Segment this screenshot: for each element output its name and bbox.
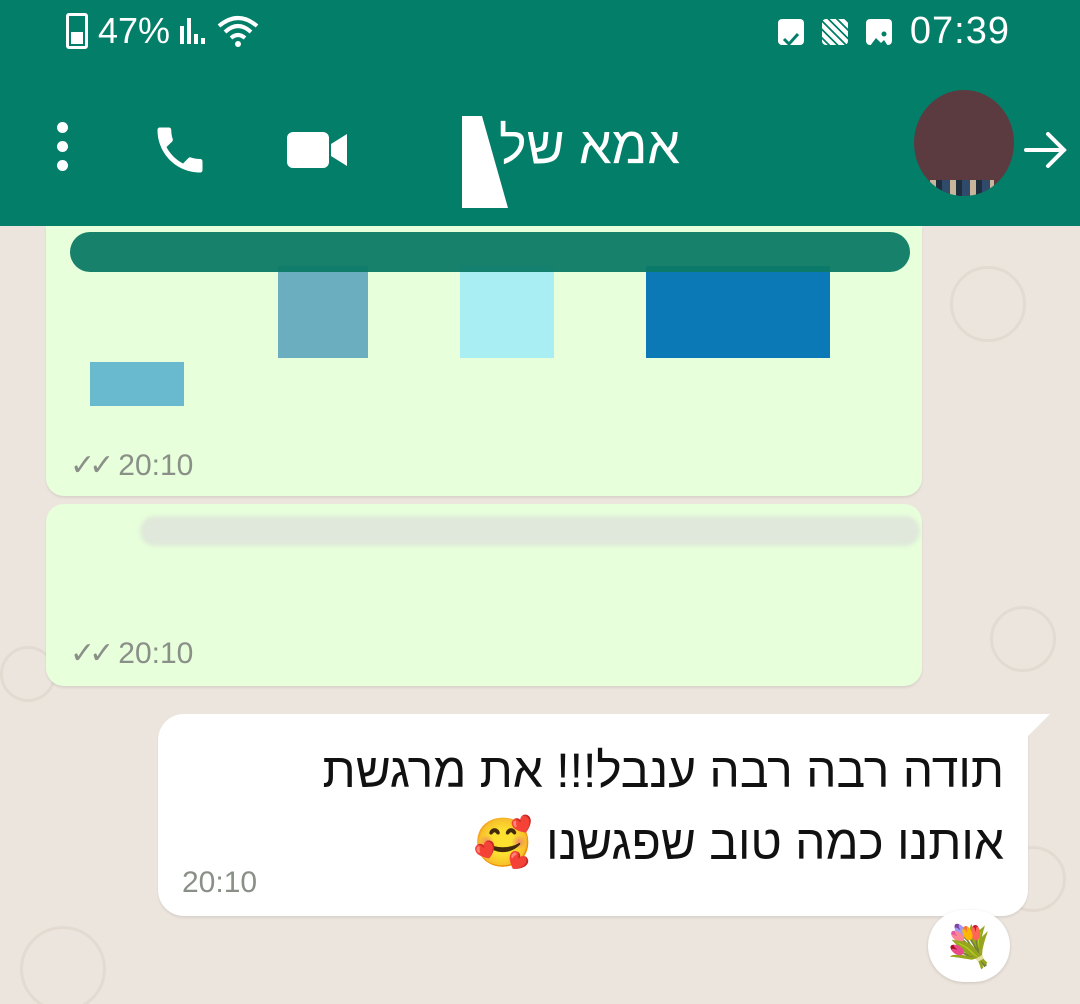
checkbox-notification-icon [777,18,804,46]
message-text: תודה רבה רבה ענבל!!! את מרגשת אותנו כמה … [184,736,1004,880]
message-time: 20:10 [118,448,194,482]
message-meta: ✓✓ 20:10 [70,448,193,483]
wifi-icon [217,16,259,47]
message-time: 20:10 [118,636,194,670]
redaction-blur [140,516,920,546]
overflow-menu-icon[interactable] [50,122,74,174]
message-meta: ✓✓ 20:10 [70,636,193,671]
image-notification-icon [821,18,848,45]
gallery-notification-icon [865,18,892,46]
message-line-2: אותנו כמה טוב שפגשנו 🥰 [184,808,1004,880]
battery-percent: 47% [98,10,171,51]
incoming-message[interactable]: תודה רבה רבה ענבל!!! את מרגשת אותנו כמה … [158,714,1050,916]
message-line-2-text: אותנו כמה טוב שפגשנו [546,817,1004,870]
app-bar: 47% 07:39 אמא של [0,0,1080,226]
read-ticks-icon: ✓✓ [70,637,114,670]
voice-call-icon[interactable] [150,120,210,180]
chart-bar [460,266,554,358]
status-right: 07:39 [777,10,1010,53]
read-ticks-icon: ✓✓ [70,449,114,482]
chart-bar [90,362,184,406]
battery-icon [66,13,88,49]
video-call-icon[interactable] [285,128,349,172]
chat-toolbar: אמא של [0,80,1080,220]
status-left: 47% [66,10,261,52]
back-arrow-icon[interactable] [1020,124,1072,176]
message-line-1: תודה רבה רבה ענבל!!! את מרגשת [322,745,1004,798]
chart-bar [278,266,368,358]
clock: 07:39 [909,10,1010,52]
status-bar: 47% 07:39 [0,0,1080,64]
chart-bar [646,266,830,358]
bouquet-reaction[interactable]: 💐 [928,910,1010,982]
smiling-hearts-emoji: 🥰 [473,817,533,870]
avatar[interactable] [914,90,1014,196]
signal-icon [180,18,206,44]
redaction-mark [462,116,508,208]
message-time: 20:10 [182,866,258,899]
redaction-scribble [70,232,910,272]
